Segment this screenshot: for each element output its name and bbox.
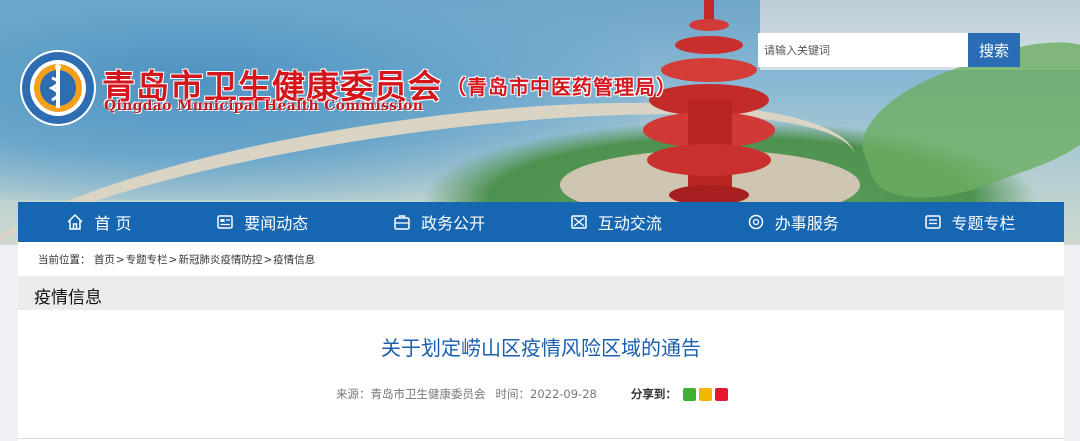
home-icon [66, 213, 84, 231]
share-label: 分享到： [630, 387, 677, 401]
nav-label: 政务公开 [421, 214, 486, 233]
site-title-en: Qingdao Municipal Health Commission [104, 98, 424, 114]
article-time: 时间：2022-09-28 [495, 387, 597, 401]
breadcrumb-prefix: 当前位置： [38, 254, 91, 266]
main-nav: 首 页 要闻动态 政务公开 互动交流 办事服务 专题专栏 [18, 202, 1064, 242]
briefcase-icon [393, 213, 411, 231]
breadcrumb: 当前位置： 首页>专题专栏>新冠肺炎疫情防控>疫情信息 [38, 252, 315, 267]
news-icon [216, 213, 234, 231]
nav-label: 专题专栏 [951, 214, 1016, 233]
topic-icon [924, 213, 942, 231]
article-title: 关于划定崂山区疫情风险区域的通告 [381, 336, 701, 360]
nav-item-interaction[interactable]: 互动交流 [570, 210, 662, 234]
wechat-icon[interactable] [682, 387, 696, 401]
commission-logo [20, 50, 96, 126]
nav-label: 互动交流 [597, 214, 662, 233]
section-header: 疫情信息 [18, 276, 1064, 310]
article-source: 来源：青岛市卫生健康委员会 [336, 387, 486, 401]
breadcrumb-separator: > [263, 254, 273, 266]
breadcrumb-separator: > [115, 254, 125, 266]
breadcrumb-item-home[interactable]: 首页 [94, 254, 115, 266]
nav-item-topics[interactable]: 专题专栏 [924, 210, 1016, 234]
search-input[interactable] [758, 33, 968, 67]
content-panel: 当前位置： 首页>专题专栏>新冠肺炎疫情防控>疫情信息 疫情信息 关于划定崂山区… [18, 242, 1064, 441]
share-icons [682, 387, 731, 401]
breadcrumb-item-topics[interactable]: 专题专栏 [126, 254, 168, 266]
service-icon [747, 213, 765, 231]
site-title-sub: （青岛市中医药管理局） [446, 75, 677, 99]
nav-label: 要闻动态 [244, 214, 309, 233]
search-button[interactable]: 搜索 [968, 33, 1020, 67]
breadcrumb-separator: > [168, 254, 178, 266]
nav-label: 首 页 [94, 214, 132, 233]
nav-item-home[interactable]: 首 页 [66, 210, 131, 234]
nav-item-news[interactable]: 要闻动态 [216, 210, 308, 234]
nav-item-services[interactable]: 办事服务 [747, 210, 839, 234]
weibo-icon[interactable] [714, 387, 728, 401]
exchange-icon [570, 213, 588, 231]
search-box: 搜索 [758, 33, 1020, 67]
section-title: 疫情信息 [34, 288, 102, 308]
divider [18, 438, 1064, 439]
qzone-icon[interactable] [698, 387, 712, 401]
breadcrumb-item-covid[interactable]: 新冠肺炎疫情防控 [178, 254, 262, 266]
nav-item-gov-affairs[interactable]: 政务公开 [393, 210, 485, 234]
article-meta: 来源：青岛市卫生健康委员会 时间：2022-09-28 分享到： [336, 386, 731, 402]
breadcrumb-item-epidemic-info[interactable]: 疫情信息 [273, 254, 315, 266]
nav-label: 办事服务 [774, 214, 839, 233]
